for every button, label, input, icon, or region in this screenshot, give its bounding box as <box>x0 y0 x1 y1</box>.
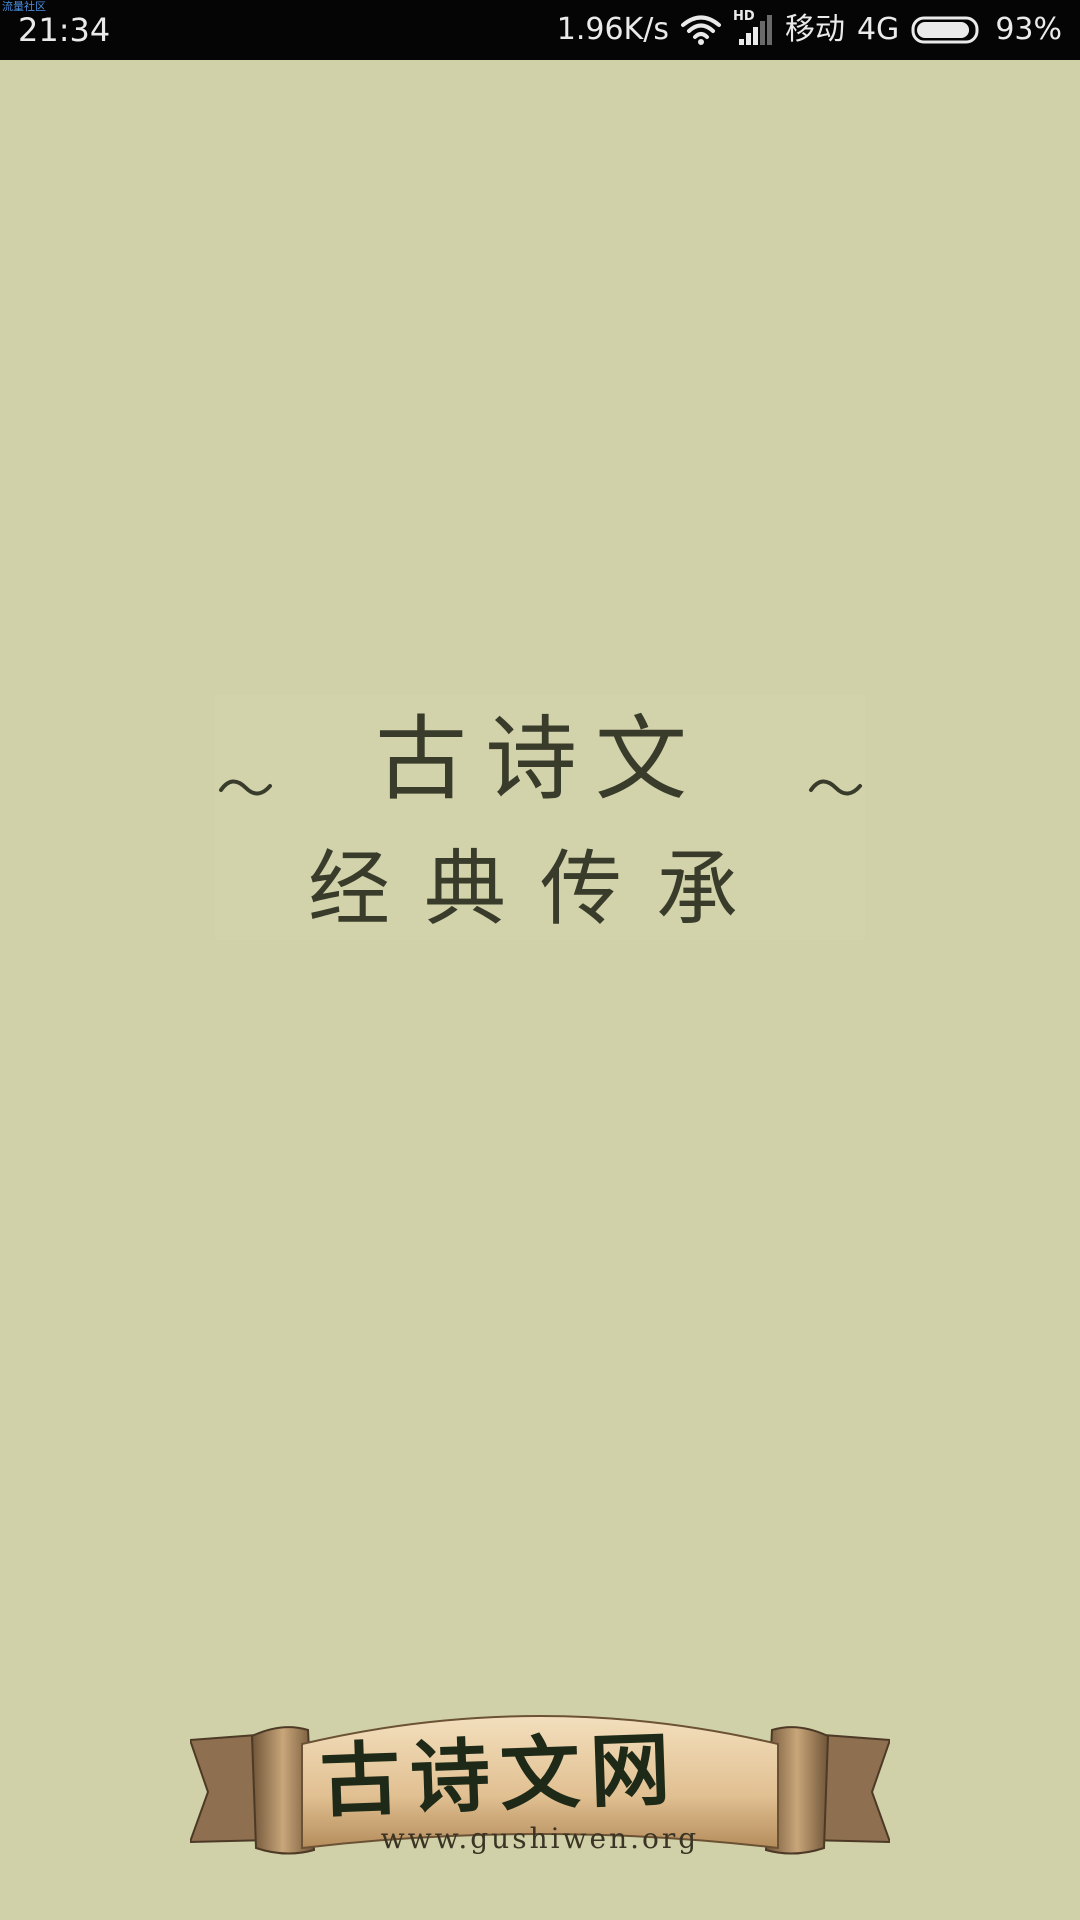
splash-title: 古诗文 <box>374 706 705 813</box>
splash-title-block: 古诗文 经典传承 <box>215 695 865 940</box>
left-tilde-ornament <box>219 779 272 796</box>
status-time: 21:34 <box>18 11 111 49</box>
battery-fill <box>917 22 970 38</box>
wifi-icon <box>680 14 721 46</box>
network-type: 4G <box>856 12 900 47</box>
right-tilde-ornament <box>809 779 862 796</box>
logo-url: www.gushiwen.org <box>380 1822 700 1855</box>
hd-label: HD <box>732 9 755 24</box>
carrier-label: 移动 <box>784 12 845 47</box>
battery-percent: 93% <box>995 12 1062 47</box>
splash-subtitle: 经典传承 <box>307 842 772 937</box>
status-bar: 流量社区 21:34 1.96K/s HD 移动 4G 93% <box>0 0 1080 60</box>
logo-title: 古诗文网 <box>318 1721 682 1829</box>
signal-icon: HD <box>733 9 773 47</box>
status-right-group: 1.96K/s HD 移动 4G 93% <box>556 9 1062 50</box>
network-speed: 1.96K/s <box>556 12 669 47</box>
battery-icon <box>911 15 983 45</box>
